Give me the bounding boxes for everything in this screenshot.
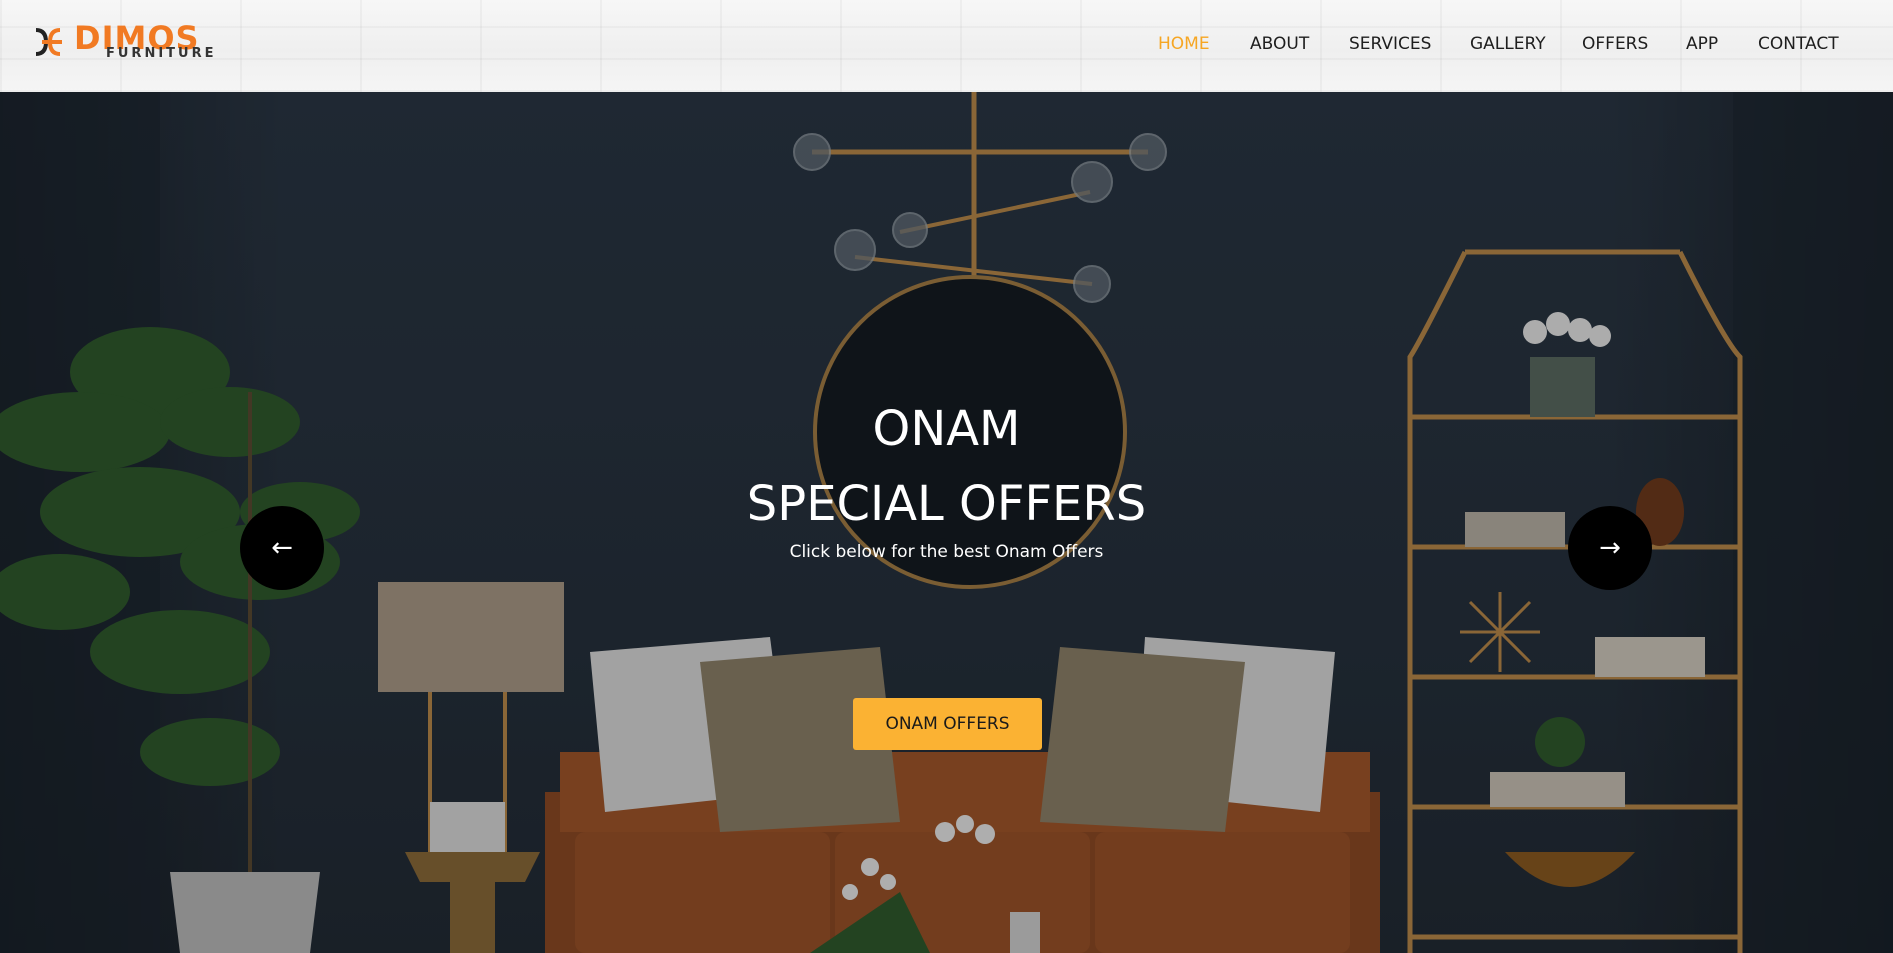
slider-prev-button[interactable]: ← [240, 506, 324, 590]
site-logo[interactable]: DIMOS FURNITURE [32, 20, 213, 64]
nav-item-about[interactable]: ABOUT [1250, 32, 1309, 56]
hero-slider: ONAM SPECIAL OFFERS Click below for the … [0, 92, 1893, 953]
site-header: DIMOS FURNITURE HOME ABOUT SERVICES GALL… [0, 0, 1893, 92]
nav-item-app[interactable]: APP [1686, 32, 1718, 56]
hero-title-line1: ONAM [872, 401, 1021, 458]
onam-offers-button[interactable]: ONAM OFFERS [853, 698, 1042, 750]
arrow-right-icon: → [1599, 533, 1621, 563]
nav-item-home[interactable]: HOME [1158, 32, 1210, 56]
nav-item-services[interactable]: SERVICES [1349, 32, 1431, 56]
nav-item-gallery[interactable]: GALLERY [1470, 32, 1546, 56]
logo-mark-icon [35, 28, 62, 56]
arrow-left-icon: ← [271, 533, 293, 563]
logo-tagline-text: FURNITURE [106, 46, 217, 61]
nav-item-contact[interactable]: CONTACT [1758, 32, 1839, 56]
slider-next-button[interactable]: → [1568, 506, 1652, 590]
nav-item-offers[interactable]: OFFERS [1582, 32, 1648, 56]
